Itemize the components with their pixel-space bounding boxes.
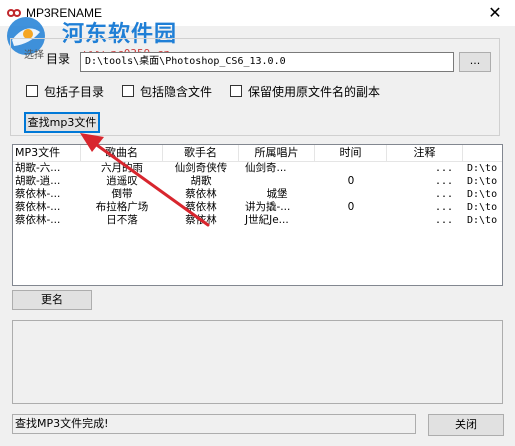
rename-button[interactable]: 更名 [12,290,92,310]
keep-copy-label: 保留使用原文件名的副本 [248,84,381,99]
select-label: 选择 [24,50,44,61]
table-cell: 0 [347,175,355,187]
directory-field[interactable]: D:\tools\桌面\Photoshop_CS6_13.0.0 [80,52,454,72]
window-close-button[interactable]: ✕ [475,0,515,26]
keep-copy-checkbox[interactable]: 保留使用原文件名的副本 [230,84,381,99]
table-cell: D:\to [467,202,498,213]
directory-label: 目录 [46,52,71,66]
table-cell: 蔡依林 [185,188,217,200]
table-cell: 仙剑奇侠传 [174,162,228,174]
include-hidden-label: 包括隐含文件 [140,84,213,99]
log-area[interactable] [12,320,503,404]
checkbox-box[interactable] [26,85,38,97]
column-header[interactable]: 所属唱片 [239,145,315,161]
table-cell: 蔡依林 [185,201,217,213]
table-cell: 蔡依林-... [15,214,61,226]
table-row[interactable]: 蔡依林-... 倒带 蔡依林 城堡 ... D:\to [13,188,502,201]
column-header[interactable]: 歌手名 [163,145,239,161]
table-cell: 六月的雨 [101,162,143,174]
table-cell [243,175,315,188]
table-cell: D:\to [467,215,498,226]
table-cell: ... [434,163,453,174]
column-header[interactable]: 歌曲名 [81,145,163,161]
include-hidden-checkbox[interactable]: 包括隐含文件 [122,84,213,99]
table-cell [315,188,387,201]
table-cell: 布拉格广场 [95,201,149,213]
browse-button[interactable]: ... [459,52,491,72]
table-cell: ... [434,215,453,226]
column-header[interactable]: 注释 [387,145,463,161]
find-mp3-button[interactable]: 查找mp3文件 [24,112,100,133]
table-cell [315,162,387,175]
table-cell [315,214,387,227]
close-button[interactable]: 关闭 [428,414,504,436]
table-cell: 日不落 [106,214,138,226]
column-header[interactable]: MP3文件 [13,145,81,161]
table-cell: ... [434,176,453,187]
status-bar: 查找MP3文件完成! [12,414,416,434]
table-cell: 城堡 [266,188,288,200]
table-row[interactable]: 胡歌-六... 六月的雨 仙剑奇侠传 仙剑奇... ... D:\to [13,162,502,175]
mp3-list[interactable]: MP3文件 歌曲名 歌手名 所属唱片 时间 注释 路 胡歌-六... 六月的雨 … [12,144,503,286]
column-header[interactable]: 路 [463,145,502,161]
table-cell: 蔡依林 [185,214,217,226]
table-cell: 胡歌-逍... [15,175,61,187]
table-cell: D:\to [467,176,498,187]
table-cell: D:\to [467,189,498,200]
column-header[interactable]: 时间 [315,145,387,161]
table-cell: 逍遥叹 [106,175,138,187]
table-cell: 讲为撬-... [245,201,291,213]
table-cell: ... [434,202,453,213]
table-cell: 蔡依林-... [15,201,61,213]
table-cell: 蔡依林-... [15,188,61,200]
table-row[interactable]: 蔡依林-... 日不落 蔡依林 J世紀Je... ... D:\to [13,214,502,227]
checkbox-box[interactable] [230,85,242,97]
table-cell: ... [434,189,453,200]
table-row[interactable]: 蔡依林-... 布拉格广场 蔡依林 讲为撬-... 0 ... D:\to [13,201,502,214]
table-cell: 0 [347,201,355,213]
table-row[interactable]: 胡歌-逍... 逍遥叹 胡歌 0 ... D:\to [13,175,502,188]
include-subdirs-checkbox[interactable]: 包括子目录 [26,84,105,99]
table-cell: D:\to [467,163,498,174]
checkbox-box[interactable] [122,85,134,97]
include-subdirs-label: 包括子目录 [44,84,105,99]
table-cell: 胡歌-六... [15,162,61,174]
table-cell: J世紀Je... [245,214,289,226]
list-header: MP3文件 歌曲名 歌手名 所属唱片 时间 注释 路 [13,145,502,162]
table-cell: 仙剑奇... [245,162,287,174]
table-cell: 倒带 [111,188,133,200]
table-cell: 胡歌 [190,175,212,187]
